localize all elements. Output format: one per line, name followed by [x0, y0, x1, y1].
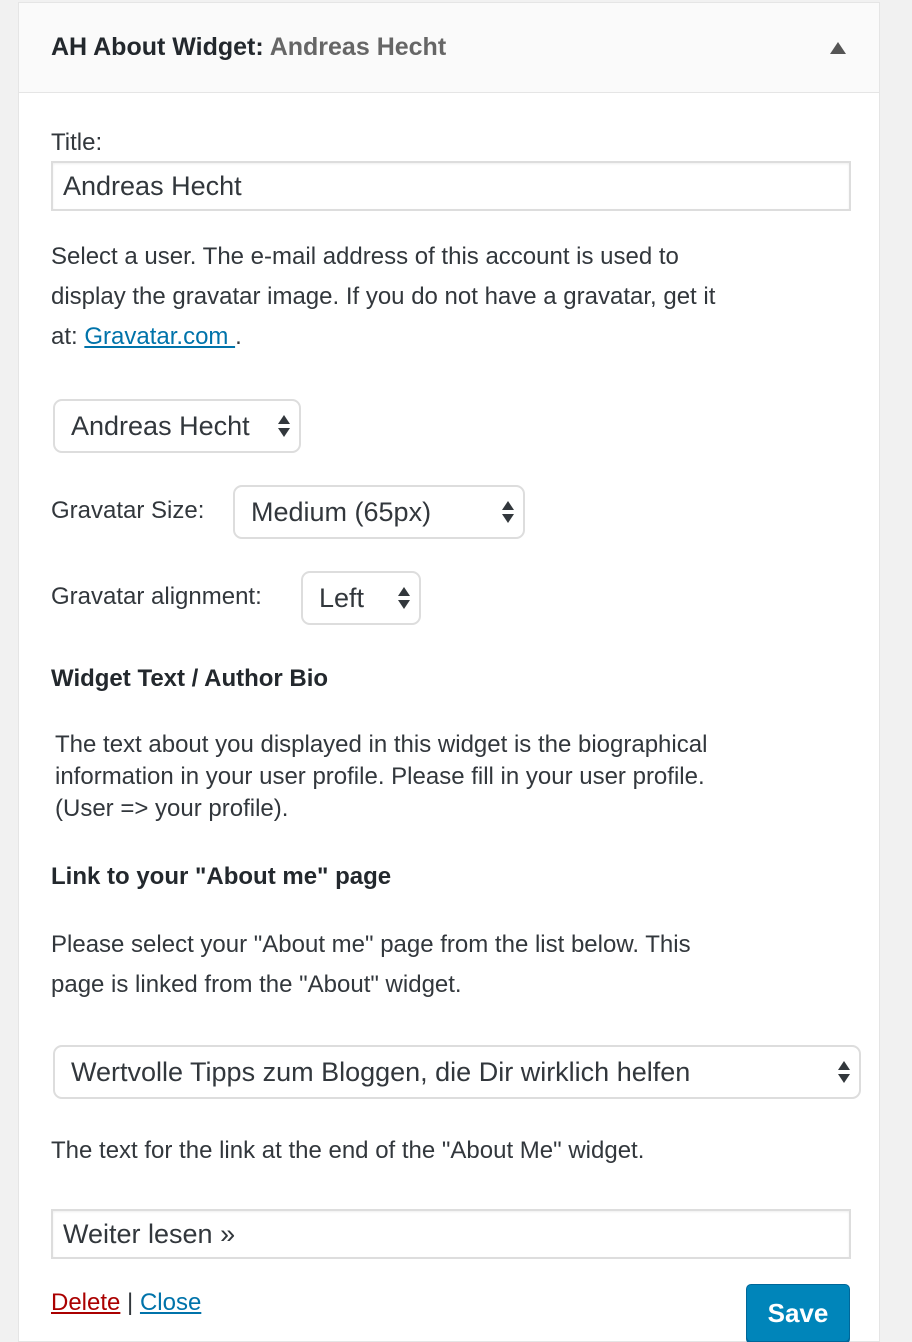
gravatar-size-select[interactable]: Medium (65px) — [233, 485, 525, 539]
select-arrows-icon — [502, 501, 514, 523]
select-arrows-icon — [398, 587, 410, 609]
user-help-line-3: at: Gravatar.com . — [51, 317, 851, 357]
widget-title-name: AH About Widget — [51, 33, 256, 61]
widget-actions: Delete | Close — [51, 1289, 201, 1317]
widget-panel: AH About Widget: Andreas Hecht Title: An… — [18, 2, 880, 1342]
widget-text-line-1: The text about you displayed in this wid… — [55, 731, 708, 758]
gravatar-link[interactable]: Gravatar.com — [84, 323, 235, 350]
save-button[interactable]: Save — [746, 1284, 850, 1342]
select-arrows-icon — [838, 1061, 850, 1083]
about-link-line-1: Please select your "About me" page from … — [51, 931, 691, 958]
about-link-line-2: page is linked from the "About" widget. — [51, 971, 462, 998]
user-help-line-2: display the gravatar image. If you do no… — [51, 283, 716, 310]
user-help-line-1: Select a user. The e-mail address of thi… — [51, 243, 679, 270]
widget-title-colon: : — [255, 33, 264, 61]
title-label: Title: — [51, 129, 103, 156]
widget-title-instance: Andreas Hecht — [263, 33, 447, 61]
user-help-suffix: . — [235, 323, 242, 350]
about-link-heading: Link to your "About me" page — [51, 863, 392, 890]
link-text-label: The text for the link at the end of the … — [51, 1137, 645, 1164]
link-text-input[interactable]: Weiter lesen » — [51, 1209, 851, 1259]
close-link[interactable]: Close — [140, 1289, 201, 1316]
widget-text-line-3: (User => your profile). — [55, 795, 289, 822]
widget-text-line-2: information in your user profile. Please… — [55, 763, 705, 790]
widget-text-description: The text about you displayed in this wid… — [55, 729, 855, 825]
triangle-up-icon[interactable] — [823, 33, 853, 63]
gravatar-size-value: Medium (65px) — [251, 497, 432, 527]
gravatar-size-label: Gravatar Size: — [51, 497, 205, 524]
about-page-select-value: Wertvolle Tipps zum Bloggen, die Dir wir… — [71, 1057, 691, 1087]
widget-title: AH About Widget: Andreas Hecht — [51, 33, 446, 62]
delete-link[interactable]: Delete — [51, 1289, 120, 1316]
select-arrows-icon — [278, 415, 290, 437]
actions-separator: | — [127, 1289, 134, 1316]
about-page-select[interactable]: Wertvolle Tipps zum Bloggen, die Dir wir… — [53, 1045, 861, 1099]
user-select[interactable]: Andreas Hecht — [53, 399, 301, 453]
user-help-text: Select a user. The e-mail address of thi… — [51, 237, 851, 357]
user-select-value: Andreas Hecht — [71, 411, 250, 441]
about-link-description: Please select your "About me" page from … — [51, 925, 851, 1005]
widget-text-heading: Widget Text / Author Bio — [51, 665, 329, 692]
gravatar-alignment-select[interactable]: Left — [301, 571, 421, 625]
widget-header[interactable]: AH About Widget: Andreas Hecht — [19, 3, 879, 93]
gravatar-alignment-value: Left — [319, 583, 365, 613]
gravatar-alignment-label: Gravatar alignment: — [51, 583, 262, 610]
title-input[interactable]: Andreas Hecht — [51, 161, 851, 211]
user-help-prefix: at: — [51, 323, 85, 350]
